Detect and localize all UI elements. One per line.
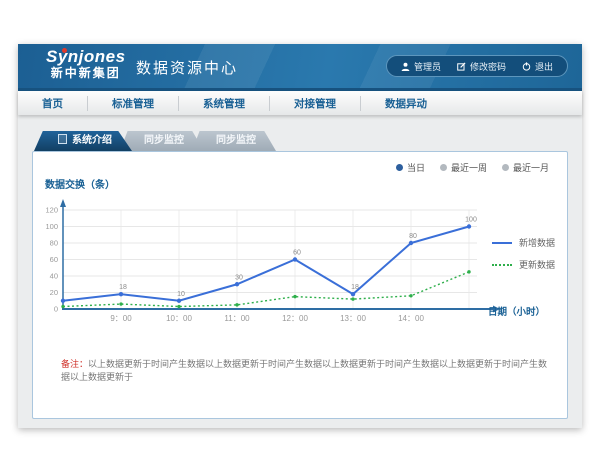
- nav-item-standard-mgmt[interactable]: 标准管理: [87, 96, 178, 111]
- logout-button[interactable]: 退出: [522, 60, 553, 73]
- line-chart: 0 20 40 60 80 100 120 9：00 10：00 11：00 12：00 13：00 1…: [35, 196, 507, 324]
- app-window: Synjones 新中新集团 数据资源中心 管理员 修改密码 退出: [18, 44, 582, 428]
- svg-text:120: 120: [45, 206, 58, 215]
- radio-dot-icon: [502, 164, 509, 171]
- dotted-line-icon: [492, 264, 512, 266]
- tab-bar: 系统介绍 同步监控 同步监控: [34, 131, 276, 151]
- svg-text:12：00: 12：00: [282, 314, 308, 323]
- document-icon: [58, 134, 67, 144]
- user-icon: [401, 62, 410, 71]
- legend-item-new-data: 新增数据: [492, 236, 555, 249]
- footnote-prefix: 备注：: [61, 359, 88, 369]
- footnote-text: 以上数据更新于时间产生数据以上数据更新于时间产生数据以上数据更新于时间产生数据以…: [61, 359, 547, 382]
- nav-item-home[interactable]: 首页: [18, 96, 87, 111]
- radio-last-week[interactable]: 最近一周: [440, 161, 487, 174]
- logo-text-en: Synjones: [46, 48, 126, 66]
- svg-text:80: 80: [409, 233, 417, 240]
- svg-text:0: 0: [54, 305, 58, 314]
- svg-text:13：00: 13：00: [340, 314, 366, 323]
- svg-text:40: 40: [50, 272, 58, 281]
- svg-text:18: 18: [119, 284, 127, 291]
- tab-system-intro[interactable]: 系统介绍: [34, 131, 132, 151]
- main-nav: 首页 标准管理 系统管理 对接管理 数据异动: [18, 91, 582, 115]
- solid-line-icon: [492, 242, 512, 244]
- tab-label: 同步监控: [144, 135, 184, 146]
- radio-label: 最近一周: [451, 161, 487, 174]
- svg-text:20: 20: [50, 288, 58, 297]
- time-range-filter: 当日 最近一周 最近一月: [396, 161, 549, 174]
- svg-text:60: 60: [293, 250, 301, 257]
- power-icon: [522, 62, 531, 71]
- change-password-label: 修改密码: [470, 60, 506, 73]
- tab-label: 系统介绍: [72, 135, 112, 146]
- svg-text:14：00: 14：00: [398, 314, 424, 323]
- radio-label: 最近一月: [513, 161, 549, 174]
- logo-text-cn: 新中新集团: [46, 67, 126, 80]
- nav-item-system-mgmt[interactable]: 系统管理: [178, 96, 269, 111]
- content-area: 系统介绍 同步监控 同步监控 当日 最近一周: [18, 115, 582, 428]
- header: Synjones 新中新集团 数据资源中心 管理员 修改密码 退出: [18, 44, 582, 91]
- legend-label: 更新数据: [519, 258, 555, 271]
- svg-text:10: 10: [177, 291, 185, 298]
- user-menu[interactable]: 管理员: [401, 60, 441, 73]
- svg-text:9：00: 9：00: [110, 314, 132, 323]
- svg-text:60: 60: [50, 255, 58, 264]
- chart-panel: 当日 最近一周 最近一月 数据交换（条） 0 20 40 60 80 100 120 9：00…: [32, 151, 568, 419]
- radio-label: 当日: [407, 161, 425, 174]
- tab-sync-monitor-1[interactable]: 同步监控: [120, 131, 204, 151]
- svg-text:11：00: 11：00: [224, 314, 250, 323]
- edit-icon: [457, 62, 466, 71]
- change-password-button[interactable]: 修改密码: [457, 60, 506, 73]
- nav-item-data-change[interactable]: 数据异动: [360, 96, 451, 111]
- svg-text:30: 30: [235, 274, 243, 281]
- radio-today[interactable]: 当日: [396, 161, 425, 174]
- svg-text:100: 100: [465, 217, 477, 224]
- radio-dot-icon: [396, 164, 403, 171]
- legend-item-updated-data: 更新数据: [492, 258, 555, 271]
- logout-label: 退出: [535, 60, 553, 73]
- chart-area: 0 20 40 60 80 100 120 9：00 10：00 11：00 12：00 13：00 1…: [35, 196, 507, 329]
- svg-text:80: 80: [50, 239, 58, 248]
- legend-label: 新增数据: [519, 236, 555, 249]
- x-axis-title: 日期（小时）: [488, 304, 545, 318]
- footnote: 备注：以上数据更新于时间产生数据以上数据更新于时间产生数据以上数据更新于时间产生…: [61, 358, 551, 383]
- nav-item-docking-mgmt[interactable]: 对接管理: [269, 96, 360, 111]
- logo-accent-dot: [62, 48, 67, 53]
- svg-text:18: 18: [351, 284, 359, 291]
- page-title: 数据资源中心: [136, 57, 238, 78]
- radio-dot-icon: [440, 164, 447, 171]
- y-axis-title: 数据交换（条）: [45, 176, 115, 191]
- company-logo: Synjones 新中新集团: [46, 48, 126, 79]
- chart-legend: 新增数据 更新数据: [492, 236, 555, 271]
- user-toolbar: 管理员 修改密码 退出: [386, 55, 568, 77]
- svg-text:100: 100: [45, 222, 58, 231]
- svg-text:10：00: 10：00: [166, 314, 192, 323]
- user-label: 管理员: [414, 60, 441, 73]
- tab-label: 同步监控: [216, 135, 256, 146]
- page: Synjones 新中新集团 数据资源中心 管理员 修改密码 退出: [0, 0, 600, 450]
- tab-sync-monitor-2[interactable]: 同步监控: [192, 131, 276, 151]
- radio-last-month[interactable]: 最近一月: [502, 161, 549, 174]
